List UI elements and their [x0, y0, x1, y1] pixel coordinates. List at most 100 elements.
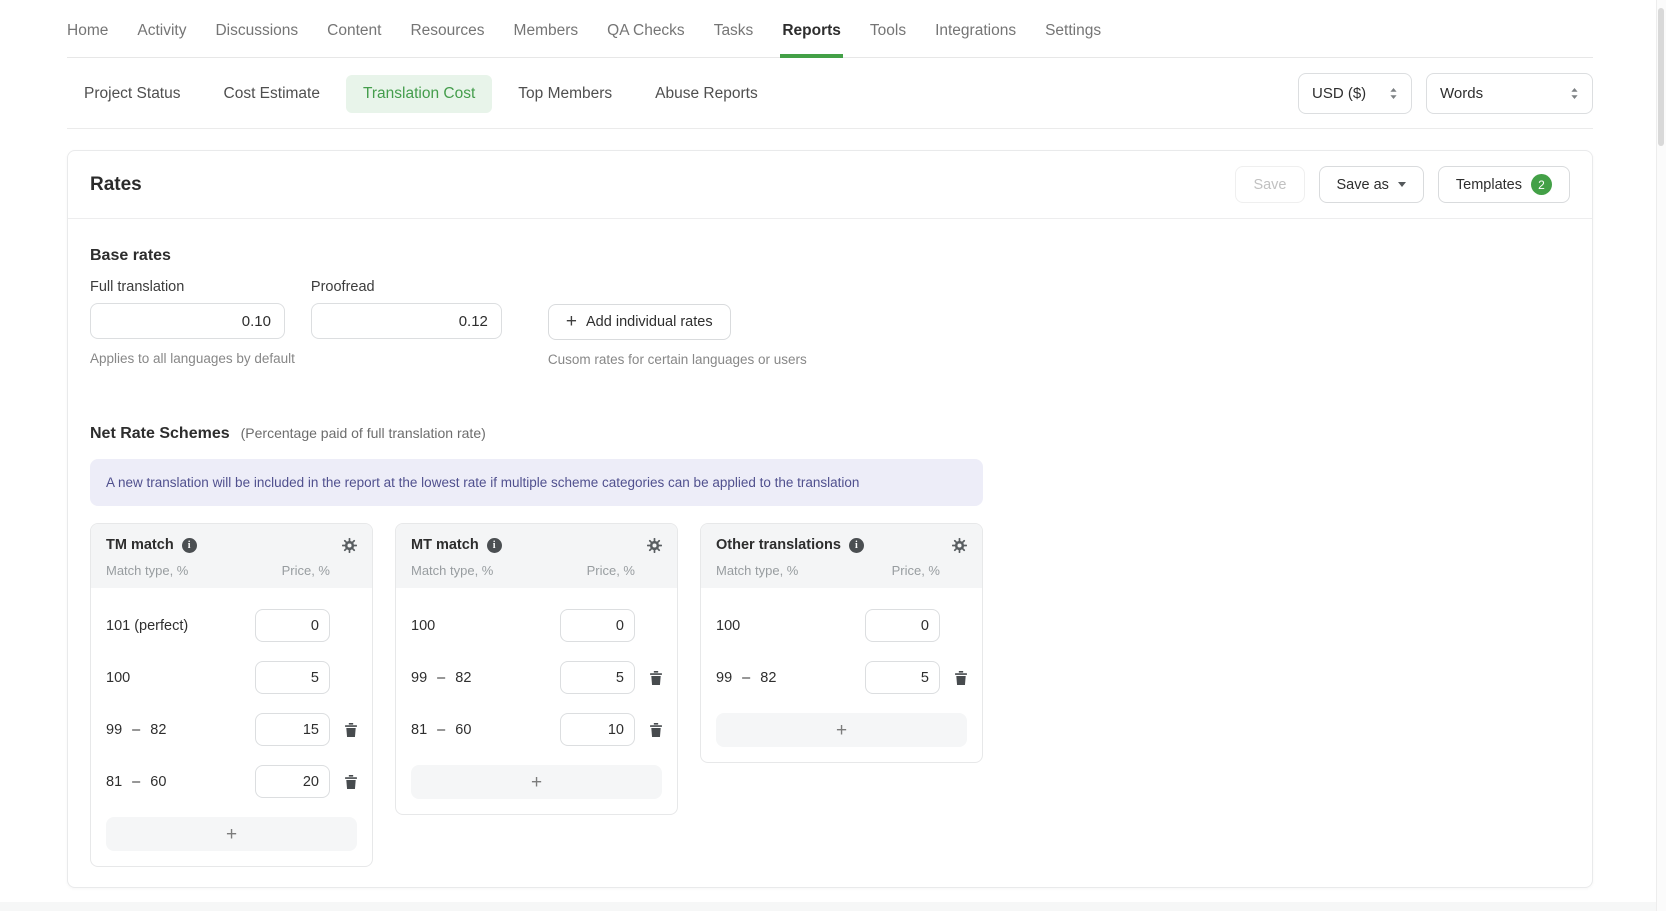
gear-icon[interactable]: [342, 538, 357, 553]
full-translation-field: Full translation Applies to all language…: [90, 279, 295, 366]
row-actions: [330, 775, 357, 789]
add-row-button[interactable]: +: [411, 765, 662, 799]
plus-icon: +: [566, 312, 577, 331]
tab-cost-estimate[interactable]: Cost Estimate: [207, 75, 337, 113]
trash-icon[interactable]: [345, 723, 357, 737]
nav-item-tasks[interactable]: Tasks: [714, 22, 754, 57]
column-header-match-type: Match type, %: [411, 563, 560, 578]
match-label: 100: [716, 618, 865, 634]
net-rate-schemes-section: Net Rate Schemes (Percentage paid of ful…: [90, 425, 1570, 867]
match-row: 100: [411, 609, 662, 642]
scheme-card-mt-match: MT matchiMatch type, %Price, %10099 – 82…: [395, 523, 678, 815]
nav-item-discussions[interactable]: Discussions: [215, 22, 298, 57]
scheme-card-title: Other translations: [716, 537, 841, 553]
net-rate-schemes-header: Net Rate Schemes (Percentage paid of ful…: [90, 425, 1570, 443]
price-input[interactable]: [255, 765, 330, 798]
label-spacer: [548, 279, 807, 304]
scheme-cards: TM matchiMatch type, %Price, %101 (perfe…: [90, 523, 983, 867]
match-label: 99 – 82: [716, 670, 865, 686]
info-icon[interactable]: i: [182, 538, 197, 553]
nav-item-reports[interactable]: Reports: [782, 22, 841, 57]
tab-translation-cost[interactable]: Translation Cost: [346, 75, 492, 113]
column-headers: Match type, %Price, %: [411, 563, 662, 578]
trash-icon[interactable]: [650, 723, 662, 737]
rates-panel: Rates Save Save as Templates 2 Base rate…: [67, 150, 1593, 888]
price-input[interactable]: [560, 609, 635, 642]
price-input[interactable]: [255, 609, 330, 642]
match-label: 100: [106, 670, 255, 686]
add-individual-rates-button[interactable]: + Add individual rates: [548, 304, 731, 340]
trash-icon[interactable]: [955, 671, 967, 685]
net-rate-schemes-subheading: (Percentage paid of full translation rat…: [241, 425, 486, 441]
trash-icon[interactable]: [650, 671, 662, 685]
tab-top-members[interactable]: Top Members: [501, 75, 629, 113]
match-row: 81 – 60: [411, 713, 662, 746]
scheme-card-header: Other translationsiMatch type, %Price, %: [701, 524, 982, 588]
scheme-card-title: TM match: [106, 537, 174, 553]
price-input[interactable]: [255, 661, 330, 694]
rates-panel-body: Base rates Full translation Applies to a…: [68, 219, 1592, 887]
tab-project-status[interactable]: Project Status: [67, 75, 198, 113]
column-header-price: Price, %: [865, 563, 940, 578]
info-icon[interactable]: i: [487, 538, 502, 553]
add-row-button[interactable]: +: [716, 713, 967, 747]
nav-item-resources[interactable]: Resources: [410, 22, 484, 57]
add-row-button[interactable]: +: [106, 817, 357, 851]
panel-title: Rates: [90, 174, 142, 196]
column-header-price: Price, %: [255, 563, 330, 578]
row-actions: [635, 723, 662, 737]
schemes-wrap: A new translation will be included in th…: [90, 459, 983, 867]
nav-item-integrations[interactable]: Integrations: [935, 22, 1016, 57]
row-actions: [940, 671, 967, 685]
nav-item-content[interactable]: Content: [327, 22, 381, 57]
scrollbar-thumb[interactable]: [1658, 8, 1664, 146]
price-input[interactable]: [560, 713, 635, 746]
column-headers: Match type, %Price, %: [106, 563, 357, 578]
currency-select[interactable]: USD ($): [1298, 73, 1412, 114]
price-input[interactable]: [560, 661, 635, 694]
panel-actions: Save Save as Templates 2: [1235, 166, 1570, 203]
full-translation-hint: Applies to all languages by default: [90, 351, 295, 366]
scrollbar[interactable]: [1656, 0, 1666, 911]
info-icon[interactable]: i: [849, 538, 864, 553]
save-button[interactable]: Save: [1235, 166, 1304, 203]
caret-down-icon: [1398, 182, 1406, 187]
match-label: 81 – 60: [106, 774, 255, 790]
individual-rates-column: + Add individual rates Cusom rates for c…: [548, 279, 807, 367]
templates-button[interactable]: Templates 2: [1438, 166, 1570, 203]
sort-arrows-icon: [1389, 87, 1398, 100]
unit-select-value: Words: [1440, 85, 1483, 102]
nav-item-activity[interactable]: Activity: [137, 22, 186, 57]
tab-abuse-reports[interactable]: Abuse Reports: [638, 75, 775, 113]
match-label: 81 – 60: [411, 722, 560, 738]
column-header-price: Price, %: [560, 563, 635, 578]
save-as-button[interactable]: Save as: [1319, 166, 1424, 203]
price-input[interactable]: [865, 609, 940, 642]
nav-item-members[interactable]: Members: [514, 22, 579, 57]
proofread-label: Proofread: [311, 279, 502, 295]
price-input[interactable]: [255, 713, 330, 746]
rates-panel-header: Rates Save Save as Templates 2: [68, 151, 1592, 219]
match-label: 101 (perfect): [106, 618, 255, 634]
gear-icon[interactable]: [952, 538, 967, 553]
scheme-card-header: TM match i Match type, %Price, %: [91, 524, 372, 588]
proofread-input[interactable]: [311, 303, 502, 339]
nav-item-settings[interactable]: Settings: [1045, 22, 1101, 57]
column-header-match-type: Match type, %: [106, 563, 255, 578]
report-toolbar: Project StatusCost EstimateTranslation C…: [67, 58, 1593, 129]
nav-item-tools[interactable]: Tools: [870, 22, 906, 57]
price-input[interactable]: [865, 661, 940, 694]
nav-item-home[interactable]: Home: [67, 22, 108, 57]
match-row: 100: [716, 609, 967, 642]
match-row: 101 (perfect): [106, 609, 357, 642]
templates-label: Templates: [1456, 177, 1522, 193]
match-row: 99 – 82: [106, 713, 357, 746]
unit-select[interactable]: Words: [1426, 73, 1593, 114]
full-translation-input[interactable]: [90, 303, 285, 339]
gear-icon[interactable]: [647, 538, 662, 553]
scheme-card-body: 10099 – 8281 – 60+: [396, 588, 677, 814]
nav-item-qa-checks[interactable]: QA Checks: [607, 22, 685, 57]
trash-icon[interactable]: [345, 775, 357, 789]
proofread-field: Proofread: [311, 279, 502, 339]
templates-count-badge: 2: [1531, 174, 1552, 195]
